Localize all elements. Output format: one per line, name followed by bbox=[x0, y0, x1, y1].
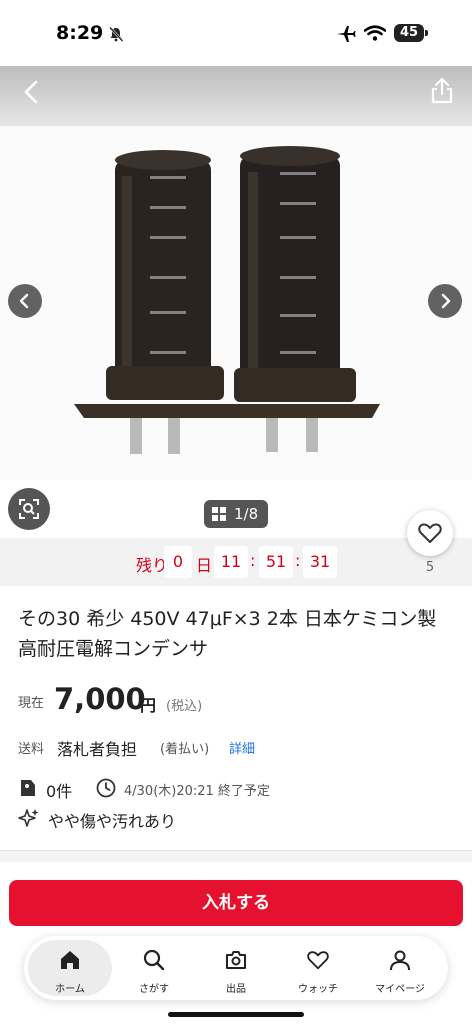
product-image-gallery[interactable] bbox=[0, 66, 472, 480]
auction-end-time: 4/30(木)20:21 終了予定 bbox=[124, 784, 270, 799]
sparkle-icon bbox=[18, 809, 39, 827]
chevron-right-icon bbox=[441, 293, 451, 309]
nav-watch-label: ウォッチ bbox=[298, 984, 338, 995]
shipping-label: 送料 bbox=[18, 742, 45, 757]
back-arrow-icon[interactable] bbox=[18, 78, 46, 106]
bid-count: 0件 bbox=[46, 782, 73, 801]
gavel-icon bbox=[21, 780, 35, 796]
home-icon bbox=[61, 951, 79, 969]
battery-cap bbox=[425, 30, 428, 36]
airplane-icon bbox=[337, 26, 356, 42]
search-icon bbox=[143, 949, 165, 971]
product-photo bbox=[0, 66, 472, 480]
battery-indicator: 45 bbox=[394, 24, 424, 42]
nav-watch[interactable]: ウォッチ bbox=[276, 940, 360, 996]
countdown-seconds: 31 bbox=[303, 546, 337, 578]
section-divider bbox=[0, 850, 472, 862]
price-label: 現在 bbox=[18, 696, 45, 711]
shipping-cod-note: (着払い) bbox=[160, 742, 210, 757]
tax-note: (税込) bbox=[166, 699, 203, 714]
nav-sell[interactable]: 出品 bbox=[194, 940, 278, 996]
shipping-detail-link[interactable]: 詳細 bbox=[229, 738, 255, 757]
price-unit: 円 bbox=[140, 696, 157, 715]
nav-search[interactable]: さがす bbox=[112, 940, 196, 996]
next-image-button[interactable] bbox=[428, 284, 462, 318]
person-icon bbox=[390, 950, 410, 971]
home-indicator bbox=[168, 1012, 304, 1017]
bid-button[interactable]: 入札する bbox=[9, 880, 463, 926]
heart-icon bbox=[418, 523, 442, 543]
nav-mypage-label: マイページ bbox=[375, 984, 425, 995]
clock-icon bbox=[96, 778, 116, 798]
watch-button[interactable] bbox=[407, 510, 453, 556]
nav-home-label: ホーム bbox=[55, 984, 85, 995]
nav-search-label: さがす bbox=[139, 984, 169, 995]
nav-home[interactable]: ホーム bbox=[28, 940, 112, 996]
countdown-separator: : bbox=[295, 551, 301, 570]
status-bar: 8:29 45 bbox=[0, 0, 472, 66]
image-search-button[interactable] bbox=[8, 488, 50, 530]
wifi-icon bbox=[364, 25, 386, 41]
countdown-bar: 残り 0 日 11 : 51 : 31 bbox=[0, 538, 472, 586]
grid-icon bbox=[212, 507, 226, 521]
share-icon[interactable] bbox=[428, 76, 456, 106]
bottom-navigation: ホーム さがす 出品 ウォッチ マイページ bbox=[24, 936, 448, 1000]
watch-count: 5 bbox=[425, 560, 435, 575]
bell-muted-icon bbox=[109, 26, 124, 42]
countdown-hours: 11 bbox=[214, 546, 248, 578]
image-search-icon bbox=[19, 499, 39, 519]
item-title: その30 希少 450V 47μF×3 2本 日本ケミコン製 高耐圧電解コンデン… bbox=[18, 608, 437, 660]
image-top-overlay bbox=[0, 66, 472, 126]
nav-sell-label: 出品 bbox=[226, 984, 246, 995]
chevron-left-icon bbox=[19, 293, 29, 309]
nav-mypage[interactable]: マイページ bbox=[358, 940, 442, 996]
shipping-value: 落札者負担 bbox=[57, 740, 138, 759]
status-time: 8:29 bbox=[56, 22, 104, 44]
countdown-minutes: 51 bbox=[259, 546, 293, 578]
image-counter-text: 1/8 bbox=[234, 505, 259, 523]
image-counter: 1/8 bbox=[204, 500, 268, 528]
countdown-days: 0 bbox=[164, 546, 192, 578]
countdown-day-unit: 日 bbox=[196, 556, 213, 575]
item-condition: やや傷や汚れあり bbox=[48, 812, 177, 831]
current-price: 7,000 bbox=[54, 682, 146, 716]
heart-icon bbox=[307, 951, 329, 970]
previous-image-button[interactable] bbox=[8, 284, 42, 318]
camera-icon bbox=[226, 951, 246, 969]
countdown-separator: : bbox=[250, 551, 256, 570]
